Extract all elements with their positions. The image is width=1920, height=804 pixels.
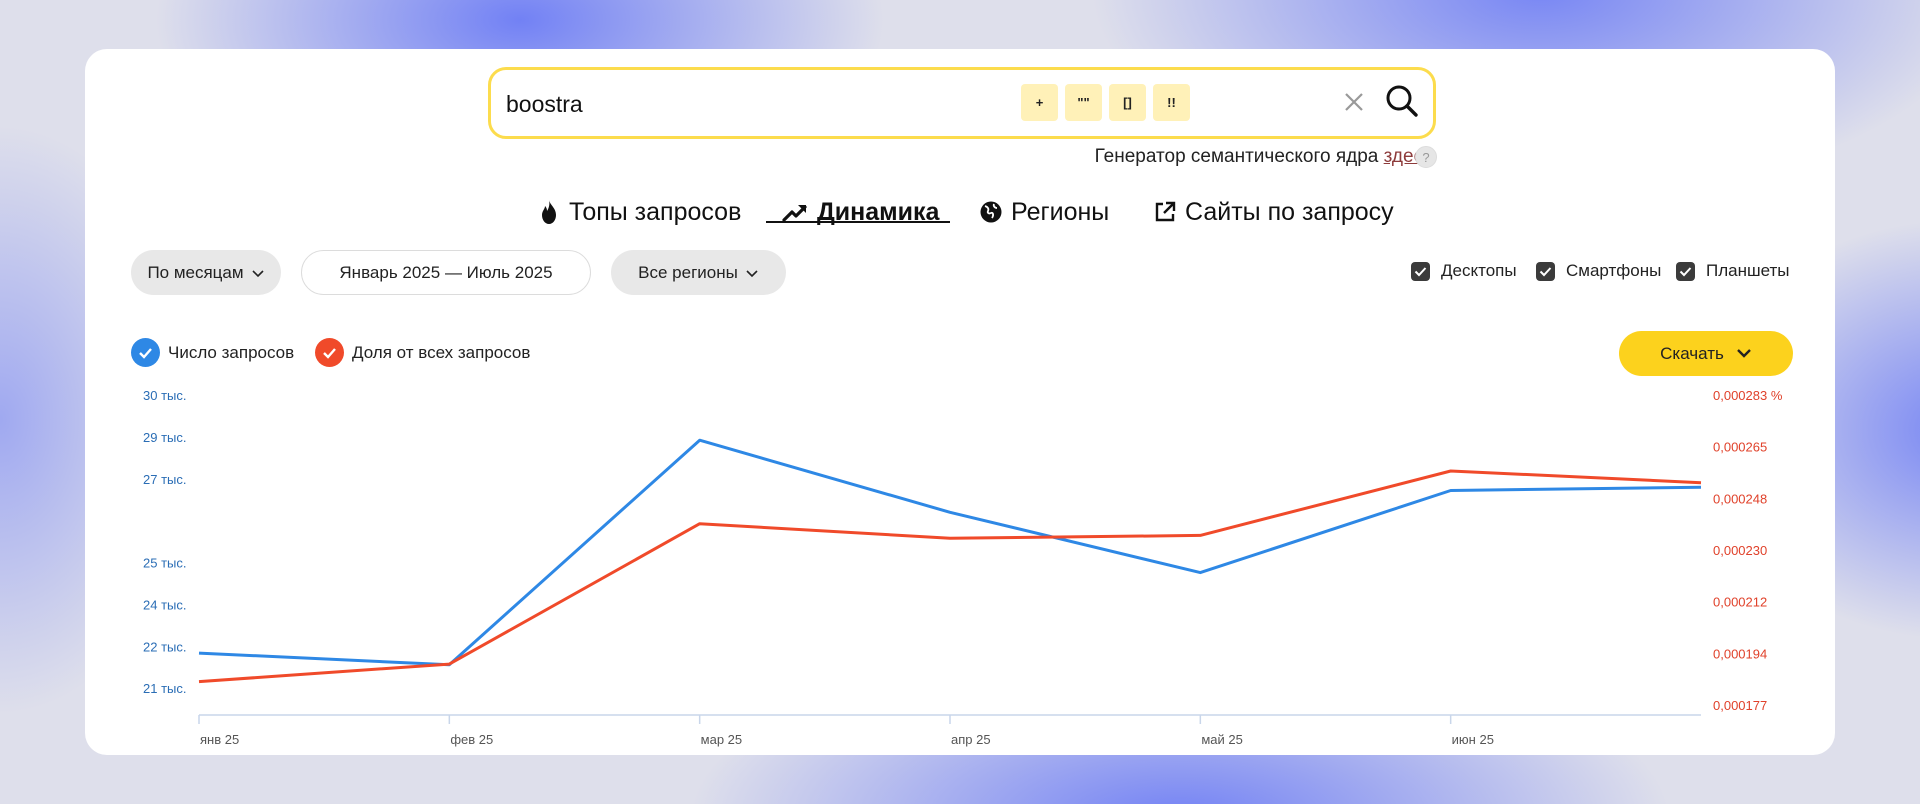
x-tick-label: фев 25 bbox=[450, 732, 493, 747]
x-tick-label: апр 25 bbox=[951, 732, 991, 747]
y-right-tick-label: 0,000212 bbox=[1713, 595, 1767, 610]
y-right-tick-label: 0,000230 bbox=[1713, 543, 1767, 558]
series-line-queries bbox=[198, 438, 1702, 667]
y-left-tick-label: 22 тыс. bbox=[143, 639, 186, 654]
y-left-tick-label: 29 тыс. bbox=[143, 430, 186, 445]
dynamics-chart: янв 25 фев 25 мар 25 апр 25 май 25 июн 25 30 т… bbox=[143, 388, 1783, 747]
series-line-share bbox=[198, 469, 1702, 684]
x-tick-label: янв 25 bbox=[200, 732, 239, 747]
x-tick-label: мар 25 bbox=[701, 732, 742, 747]
x-tick-label: май 25 bbox=[1201, 732, 1243, 747]
y-left-tick-label: 24 тыс. bbox=[143, 597, 186, 612]
y-right-tick-label: 0,000177 bbox=[1713, 698, 1767, 713]
y-left-tick-label: 25 тыс. bbox=[143, 556, 186, 571]
y-right-tick-label: 0,000283 % bbox=[1713, 388, 1783, 403]
y-right-tick-label: 0,000248 bbox=[1713, 491, 1767, 506]
main-card: + "" [] !! Генератор семантического ядра… bbox=[85, 49, 1835, 755]
y-left-tick-label: 30 тыс. bbox=[143, 388, 186, 403]
y-left-tick-label: 27 тыс. bbox=[143, 472, 186, 487]
y-right-tick-label: 0,000194 bbox=[1713, 646, 1767, 661]
y-right-tick-label: 0,000265 bbox=[1713, 440, 1767, 455]
y-left-tick-label: 21 тыс. bbox=[143, 681, 186, 696]
x-tick-label: июн 25 bbox=[1452, 732, 1494, 747]
